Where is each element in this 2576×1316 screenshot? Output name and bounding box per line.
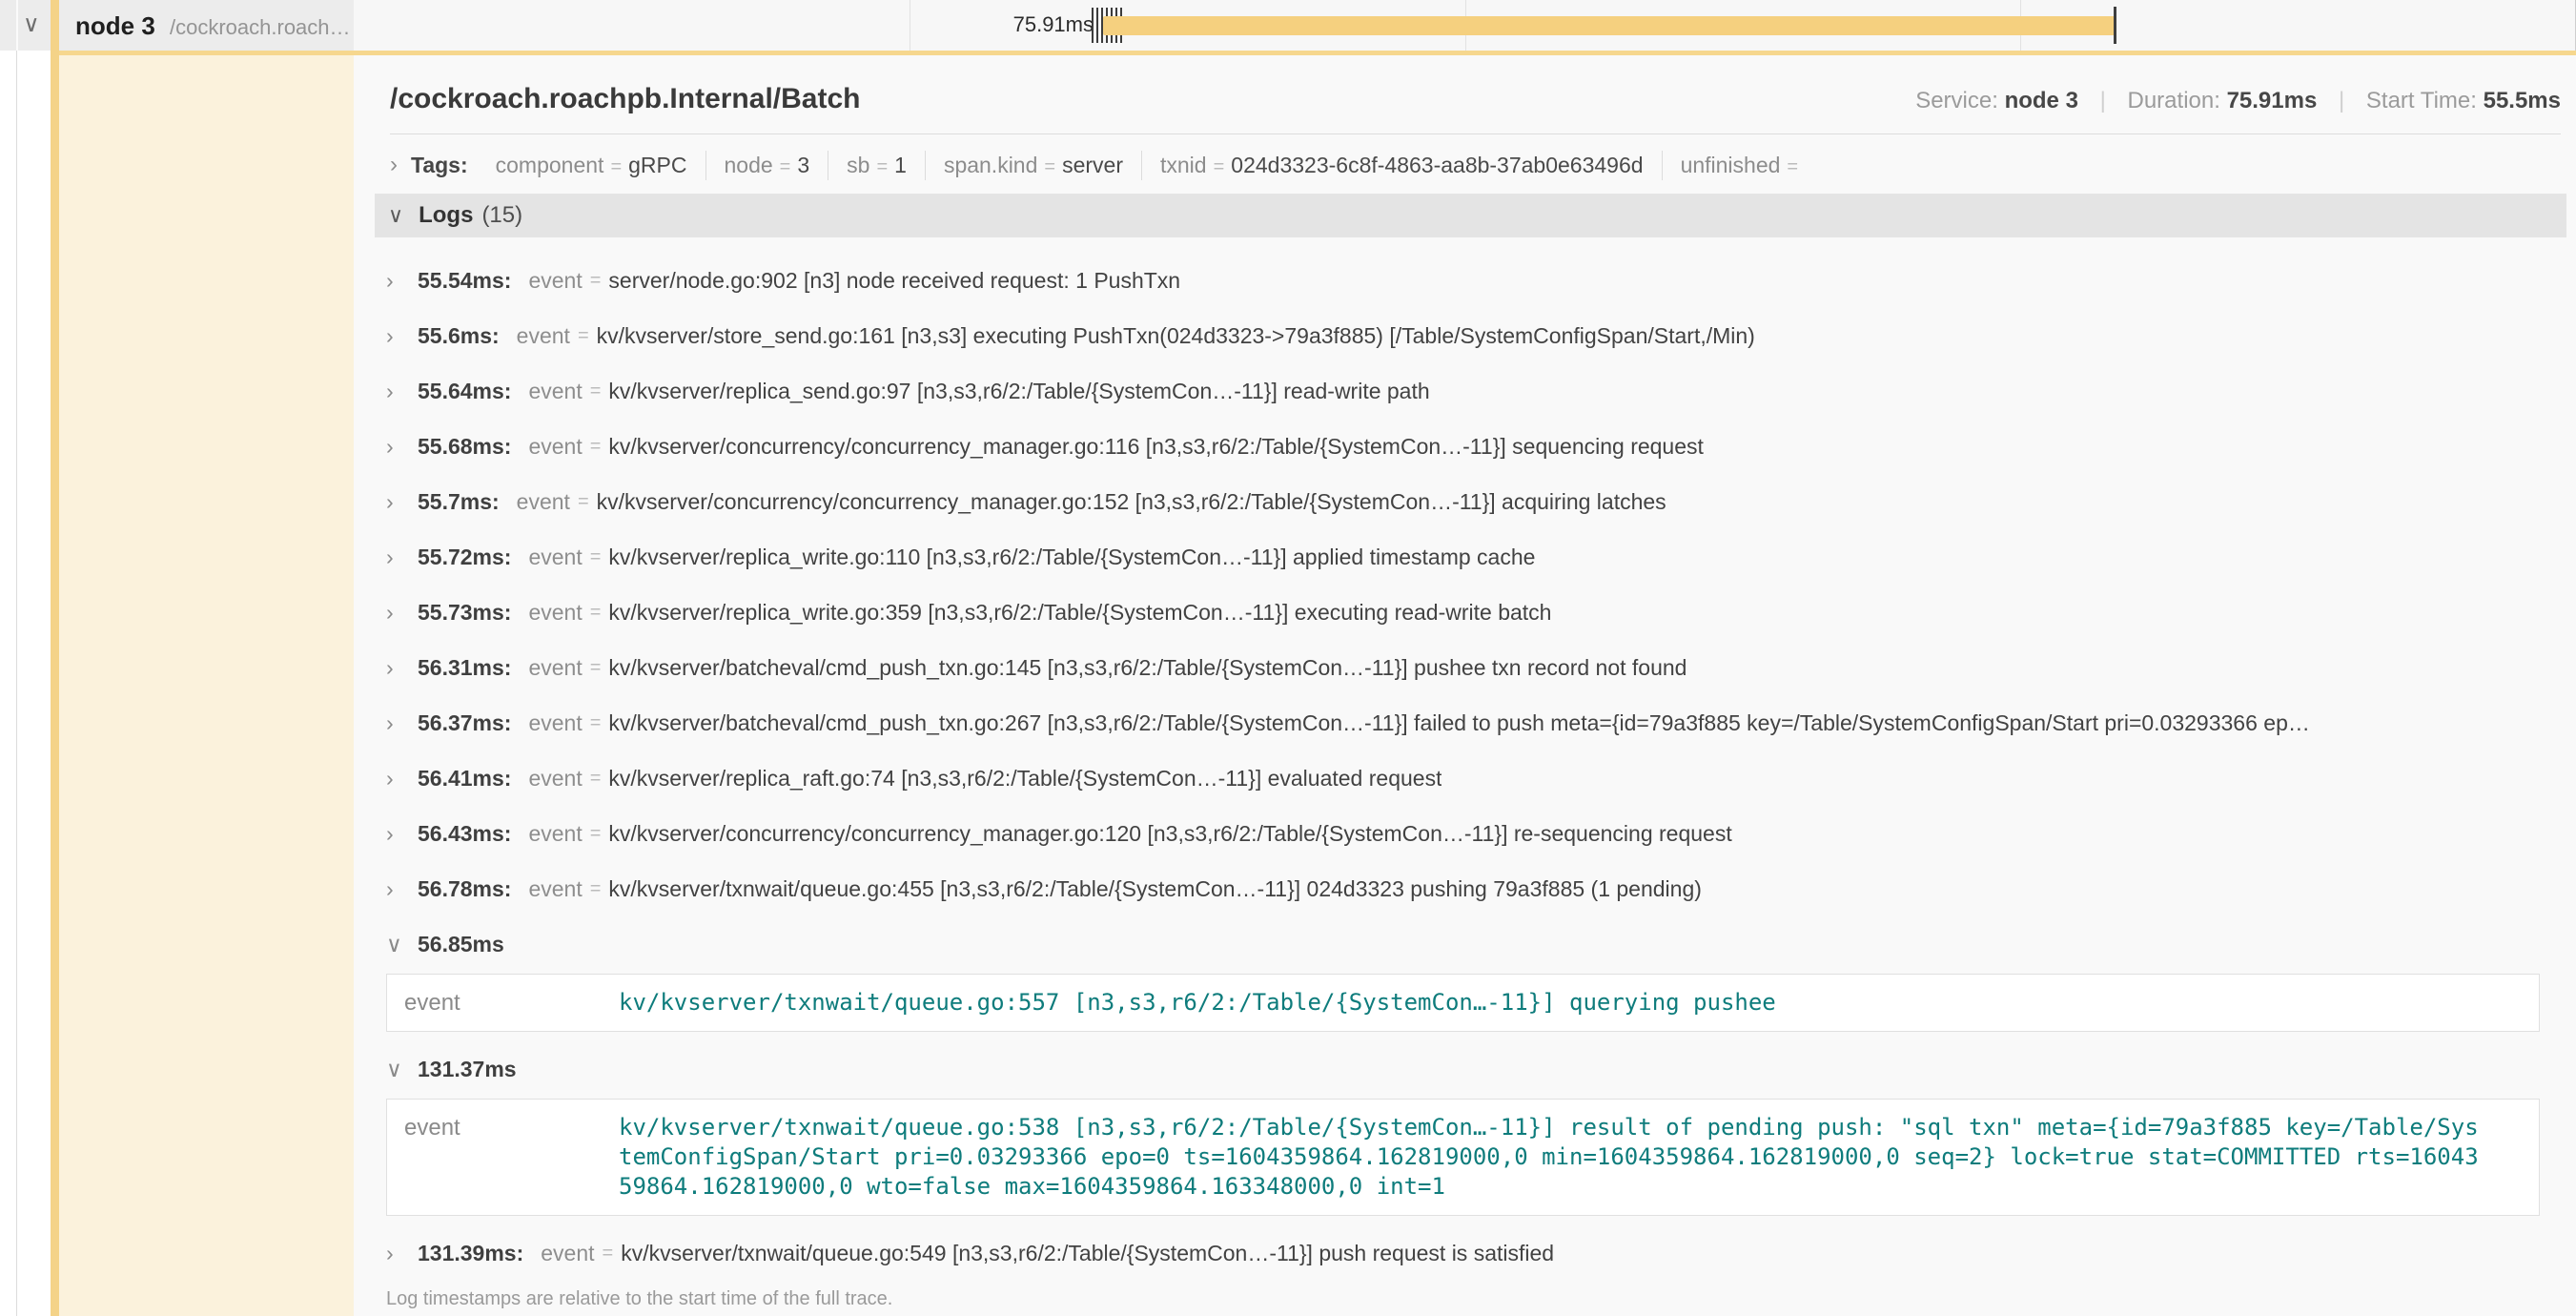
service-name: node 3 <box>75 11 155 41</box>
tags-section[interactable]: › Tags: component=gRPC node=3 sb=1 span.… <box>390 150 2566 180</box>
logs-header[interactable]: ∨ Logs (15) <box>375 194 2566 237</box>
log-entry-expanded[interactable]: ∨ 56.85ms <box>386 916 2566 972</box>
service-stat: Service: node 3 <box>1915 88 2078 113</box>
chevron-right-icon[interactable]: › <box>386 821 405 847</box>
tag-item: sb=1 <box>828 151 926 180</box>
chevron-right-icon[interactable]: › <box>386 323 405 349</box>
tags-label: Tags: <box>411 153 468 178</box>
log-entry-expanded[interactable]: ∨ 131.37ms <box>386 1041 2566 1097</box>
tag-item: component=gRPC <box>478 151 706 180</box>
chevron-right-icon[interactable]: › <box>386 876 405 902</box>
log-entry[interactable]: › 55.64ms: event=kv/kvserver/replica_sen… <box>386 363 2566 419</box>
log-rows: › 55.54ms: event=server/node.go:902 [n3]… <box>375 237 2566 1281</box>
start-time-stat: Start Time: 55.5ms <box>2366 88 2561 113</box>
log-entry[interactable]: › 56.41ms: event=kv/kvserver/replica_raf… <box>386 751 2566 806</box>
span-bar[interactable] <box>1103 16 2116 35</box>
logs-count: (15) <box>481 202 522 229</box>
stat-separator: | <box>2100 88 2106 113</box>
selected-span-name-column <box>51 51 354 1316</box>
chevron-down-icon[interactable]: ∨ <box>386 1057 405 1082</box>
span-collapse-chevron-icon[interactable]: ∨ <box>23 13 40 36</box>
chevron-right-icon[interactable]: › <box>386 545 405 570</box>
chevron-right-icon[interactable]: › <box>386 655 405 681</box>
gutter-divider <box>16 0 18 51</box>
chevron-right-icon[interactable]: › <box>386 766 405 792</box>
span-duration-label: 75.91ms <box>884 12 1094 37</box>
log-detail-box: event kv/kvserver/txnwait/queue.go:538 [… <box>386 1099 2540 1216</box>
log-entry[interactable]: › 55.73ms: event=kv/kvserver/replica_wri… <box>386 585 2566 640</box>
tag-item: span.kind=server <box>926 151 1142 180</box>
stat-separator: | <box>2339 88 2344 113</box>
tag-item: node=3 <box>706 151 829 180</box>
log-field-key: event <box>404 988 619 1018</box>
chevron-right-icon[interactable]: › <box>386 600 405 626</box>
chevron-right-icon[interactable]: › <box>386 710 405 736</box>
chevron-right-icon[interactable]: › <box>386 434 405 460</box>
log-field-value: kv/kvserver/txnwait/queue.go:557 [n3,s3,… <box>619 988 2480 1018</box>
tag-item: unfinished= <box>1663 151 1824 180</box>
log-entry[interactable]: › 56.37ms: event=kv/kvserver/batcheval/c… <box>386 695 2566 751</box>
operation-title: /cockroach.roachpb.Internal/Batch <box>390 82 860 116</box>
span-timeline-cell[interactable]: 75.91ms <box>354 0 2576 51</box>
duration-stat: Duration: 75.91ms <box>2128 88 2318 113</box>
log-field-key: event <box>404 1113 619 1202</box>
detail-header: /cockroach.roachpb.Internal/Batch Servic… <box>390 63 2561 134</box>
log-entry[interactable]: › 56.78ms: event=kv/kvserver/txnwait/que… <box>386 861 2566 916</box>
log-field-value: kv/kvserver/txnwait/queue.go:538 [n3,s3,… <box>619 1113 2480 1202</box>
logs-title: Logs <box>419 202 473 229</box>
log-entry[interactable]: › 56.31ms: event=kv/kvserver/batcheval/c… <box>386 640 2566 695</box>
span-stats: Service: node 3 | Duration: 75.91ms | St… <box>1915 88 2561 114</box>
chevron-right-icon[interactable]: › <box>390 152 398 178</box>
chevron-down-icon[interactable]: ∨ <box>388 203 403 228</box>
gutter-line <box>16 51 17 1316</box>
service-color-bar <box>51 0 59 1316</box>
log-entry[interactable]: › 55.7ms: event=kv/kvserver/concurrency/… <box>386 474 2566 529</box>
chevron-right-icon[interactable]: › <box>386 1241 405 1266</box>
log-end-marker <box>2114 7 2116 44</box>
tag-item: txnid=024d3323-6c8f-4863-aa8b-37ab0e6349… <box>1142 151 1663 180</box>
span-bar-row[interactable]: ∨ node 3 /cockroach.roach… 75.91ms <box>0 0 2576 51</box>
trace-span-detail-view: ∨ node 3 /cockroach.roach… 75.91ms /cock… <box>0 0 2576 1316</box>
chevron-right-icon[interactable]: › <box>386 489 405 515</box>
log-entry[interactable]: › 56.43ms: event=kv/kvserver/concurrency… <box>386 806 2566 861</box>
log-detail-box: event kv/kvserver/txnwait/queue.go:557 [… <box>386 974 2540 1032</box>
log-entry[interactable]: › 131.39ms: event=kv/kvserver/txnwait/qu… <box>386 1225 2566 1281</box>
chevron-down-icon[interactable]: ∨ <box>386 932 405 957</box>
operation-name-truncated: /cockroach.roach… <box>170 15 351 40</box>
chevron-right-icon[interactable]: › <box>386 268 405 294</box>
log-entry[interactable]: › 55.54ms: event=server/node.go:902 [n3]… <box>386 253 2566 308</box>
log-entry[interactable]: › 55.6ms: event=kv/kvserver/store_send.g… <box>386 308 2566 363</box>
chevron-right-icon[interactable]: › <box>386 379 405 404</box>
logs-footnote: Log timestamps are relative to the start… <box>386 1288 2566 1310</box>
span-detail-panel: /cockroach.roachpb.Internal/Batch Servic… <box>354 55 2576 1316</box>
log-entry[interactable]: › 55.68ms: event=kv/kvserver/concurrency… <box>386 419 2566 474</box>
logs-section: ∨ Logs (15) › 55.54ms: event=server/node… <box>375 194 2566 1316</box>
log-entry[interactable]: › 55.72ms: event=kv/kvserver/replica_wri… <box>386 529 2566 585</box>
